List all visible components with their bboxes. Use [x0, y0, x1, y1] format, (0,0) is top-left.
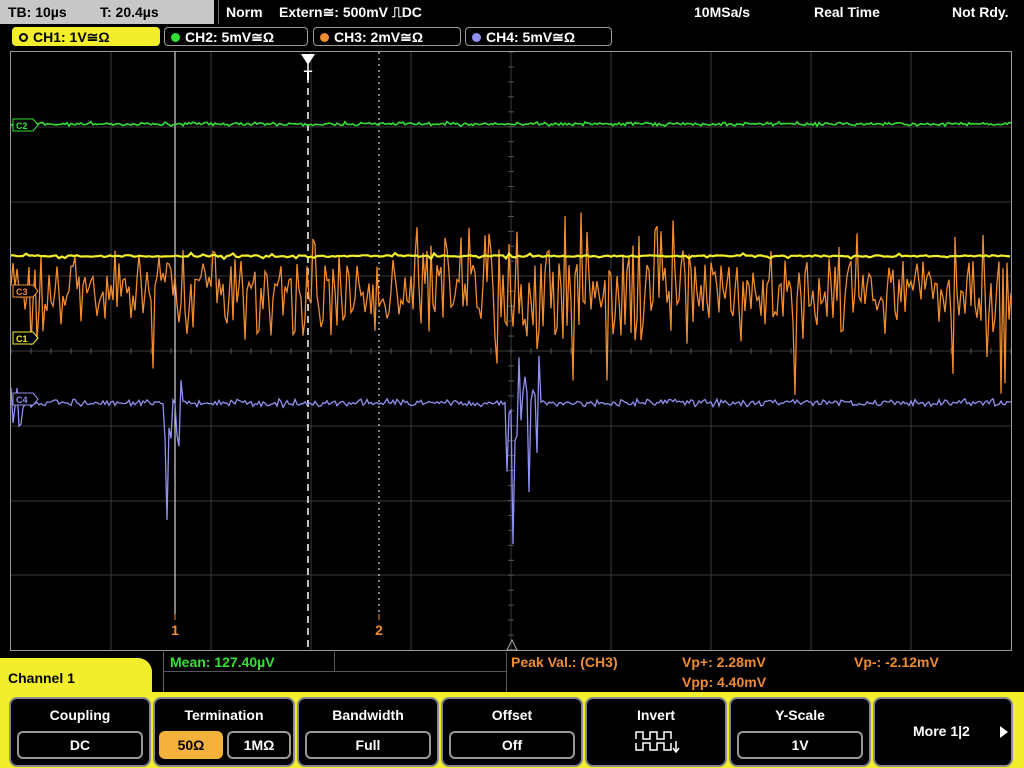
trigger-mode[interactable]: Norm [226, 0, 263, 24]
trigger-time-readout: T: 20.4µs [100, 4, 159, 20]
ch3-dot-icon [320, 32, 329, 42]
sample-rate: 10MSa/s [694, 4, 751, 20]
ch3-label: CH3: 2mV≅Ω [334, 29, 424, 45]
offset-value[interactable]: Off [449, 731, 575, 759]
bandwidth-title: Bandwidth [332, 707, 404, 723]
svg-text:C1: C1 [16, 334, 28, 344]
vpp-measurement: Vpp: 4.40mV [682, 674, 767, 690]
termination-softkey[interactable]: Termination 50Ω 1MΩ [153, 697, 295, 767]
y-scale-value[interactable]: 1V [737, 731, 863, 759]
measurement-panel: Mean: 127.40µV Peak Val.: (CH3) Vp+: 2.2… [163, 652, 1012, 692]
divider [218, 0, 219, 24]
waveform-display[interactable]: T 1 2 C2 C3 C1 C4 [10, 51, 1012, 651]
y-scale-title: Y-Scale [775, 707, 825, 723]
divider [334, 652, 335, 671]
next-arrow-icon [1000, 726, 1008, 738]
coupling-title: Coupling [49, 707, 111, 723]
mean-measurement: Mean: 127.40µV [170, 654, 275, 670]
trigger-marker-label: T [304, 67, 313, 83]
ch2-label: CH2: 5mV≅Ω [185, 29, 275, 45]
ch2-ref-marker[interactable]: C2 [12, 118, 39, 132]
acquisition-status: Not Rdy. [952, 4, 1009, 20]
coupling-softkey[interactable]: Coupling DC [9, 697, 151, 767]
more-label: More 1|2 [913, 723, 970, 739]
ch3-ref-marker[interactable]: C3 [12, 284, 39, 298]
center-marker-icon [506, 638, 518, 650]
divider [506, 652, 507, 692]
tab-ch4[interactable]: CH4: 5mV≅Ω [465, 27, 612, 46]
invert-softkey[interactable]: Invert [585, 697, 727, 767]
ch1-label: CH1: 1V≅Ω [33, 29, 110, 45]
svg-text:C3: C3 [16, 287, 28, 297]
svg-text:C2: C2 [16, 121, 28, 131]
more-softkey[interactable]: More 1|2 [873, 697, 1013, 767]
termination-1mohm-option[interactable]: 1MΩ [227, 731, 291, 759]
bandwidth-value[interactable]: Full [305, 731, 431, 759]
tab-ch2[interactable]: CH2: 5mV≅Ω [164, 27, 308, 46]
invert-title: Invert [636, 707, 676, 723]
coupling-value[interactable]: DC [17, 731, 143, 759]
ch1-ref-marker[interactable]: C1 [12, 331, 39, 345]
vp-plus-measurement: Vp+: 2.28mV [682, 654, 766, 670]
offset-title: Offset [491, 707, 533, 723]
bandwidth-softkey[interactable]: Bandwidth Full [297, 697, 439, 767]
peak-measurement-label: Peak Val.: (CH3) [511, 654, 618, 670]
cursor-1-label: 1 [171, 622, 179, 638]
vp-minus-measurement: Vp-: -2.12mV [854, 654, 939, 670]
divider [164, 671, 506, 672]
acquisition-mode: Real Time [814, 4, 880, 20]
offset-softkey[interactable]: Offset Off [441, 697, 583, 767]
cursor-2-label: 2 [375, 622, 383, 638]
tab-ch3[interactable]: CH3: 2mV≅Ω [313, 27, 461, 46]
termination-title: Termination [184, 707, 264, 723]
termination-50ohm-option[interactable]: 50Ω [159, 731, 223, 759]
y-scale-softkey[interactable]: Y-Scale 1V [729, 697, 871, 767]
invert-waveform-icon [635, 731, 680, 754]
ch4-dot-icon [472, 32, 481, 42]
ch4-label: CH4: 5mV≅Ω [486, 29, 576, 45]
timebase-box[interactable]: TB: 10µs T: 20.4µs [0, 0, 214, 24]
ch1-dot-icon [19, 32, 28, 42]
ch2-dot-icon [171, 32, 180, 42]
tab-ch1[interactable]: CH1: 1V≅Ω [12, 27, 160, 46]
status-bar: TB: 10µs T: 20.4µs Norm Extern≅: 500mV ⎍… [0, 0, 1024, 24]
trigger-position-icon[interactable] [301, 54, 315, 65]
svg-text:C4: C4 [16, 395, 28, 405]
timebase-readout: TB: 10µs [8, 4, 67, 20]
graticule: T 1 2 C2 C3 C1 C4 [11, 52, 1011, 650]
ch4-ref-marker[interactable]: C4 [12, 392, 39, 406]
trigger-source[interactable]: Extern≅: 500mV ⎍DC [279, 0, 422, 24]
